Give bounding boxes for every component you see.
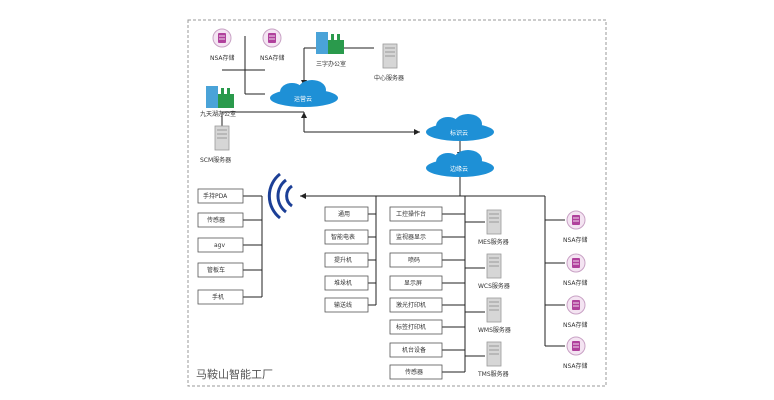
server-label: MES服务器 bbox=[478, 238, 509, 246]
device-label: 传感器 bbox=[207, 216, 225, 224]
device-label: 手机 bbox=[212, 293, 224, 301]
scm-server-icon bbox=[214, 125, 230, 151]
wcs-server-icon bbox=[486, 253, 502, 279]
nsa-storage-icon bbox=[566, 295, 586, 315]
tms-server-icon bbox=[486, 341, 502, 367]
device-label: 输送线 bbox=[334, 301, 352, 309]
cloud-top-label: 运营云 bbox=[294, 95, 312, 103]
nsa-storage-icon bbox=[262, 28, 282, 48]
device-label: 堆垛机 bbox=[334, 279, 352, 287]
factory-label: 马鞍山智能工厂 bbox=[196, 367, 273, 381]
device-label: 工控操作台 bbox=[396, 210, 426, 218]
nsa-storage-icon bbox=[566, 210, 586, 230]
server-label: TMS服务器 bbox=[477, 370, 509, 378]
nsa-label: NSA存储 bbox=[563, 321, 588, 329]
wms-server-icon bbox=[486, 297, 502, 323]
scm-server-label: SCM服务器 bbox=[200, 156, 231, 164]
nsa-label: NSA存储 bbox=[563, 362, 588, 370]
middle2-devices: 工控操作台 监视器显示 喷码 显示屏 激光打印机 标签打印机 机台设备 传感器 bbox=[389, 206, 443, 380]
network-diagram: NSA存储 NSA存储 三字办公室 中心服务器 九天湖办公室 运营云 SCM服务… bbox=[187, 19, 607, 387]
device-label: 显示屏 bbox=[404, 280, 422, 287]
left-devices: 手持PDA 传感器 agv 管板车 手机 bbox=[197, 188, 244, 305]
nsa-label: NSA存储 bbox=[260, 54, 285, 62]
server-label: WCS服务器 bbox=[478, 282, 510, 290]
server-label: WMS服务器 bbox=[478, 326, 511, 334]
middle-devices: 通用 智能电表 提升机 堆垛机 输送线 bbox=[324, 206, 369, 313]
cloud-right-upper-label: 标识云 bbox=[450, 129, 468, 137]
device-label: 管板车 bbox=[207, 266, 225, 274]
device-label: 智能电表 bbox=[331, 233, 355, 241]
office-building-icon bbox=[206, 86, 234, 108]
device-label: 提升机 bbox=[334, 256, 352, 264]
office-building-icon bbox=[316, 32, 344, 54]
device-label: 标签打印机 bbox=[396, 323, 426, 331]
wifi-icon bbox=[267, 172, 293, 220]
device-label: 喷码 bbox=[408, 256, 420, 264]
nsa-storage-icon bbox=[566, 336, 586, 356]
nsa-storage-icon bbox=[566, 253, 586, 273]
cloud-right-lower-label: 边缘云 bbox=[450, 165, 468, 173]
device-label: 机台设备 bbox=[402, 346, 426, 354]
center-server-icon bbox=[382, 43, 398, 69]
mes-server-icon bbox=[486, 209, 502, 235]
office-sanfang-label: 三字办公室 bbox=[316, 60, 346, 68]
center-server-label: 中心服务器 bbox=[374, 74, 404, 82]
nsa-label: NSA存储 bbox=[210, 54, 235, 62]
device-label: 传感器 bbox=[405, 368, 423, 376]
nsa-label: NSA存储 bbox=[563, 236, 588, 244]
device-label: 激光打印机 bbox=[396, 301, 426, 309]
nsa-storage-icon bbox=[212, 28, 232, 48]
device-label: agv bbox=[214, 242, 225, 249]
device-label: 通用 bbox=[338, 210, 350, 218]
nsa-label: NSA存储 bbox=[563, 279, 588, 287]
office-jiuyuan-label: 九天湖办公室 bbox=[200, 110, 236, 118]
device-label: 手持PDA bbox=[203, 192, 228, 200]
device-label: 监视器显示 bbox=[396, 233, 426, 241]
